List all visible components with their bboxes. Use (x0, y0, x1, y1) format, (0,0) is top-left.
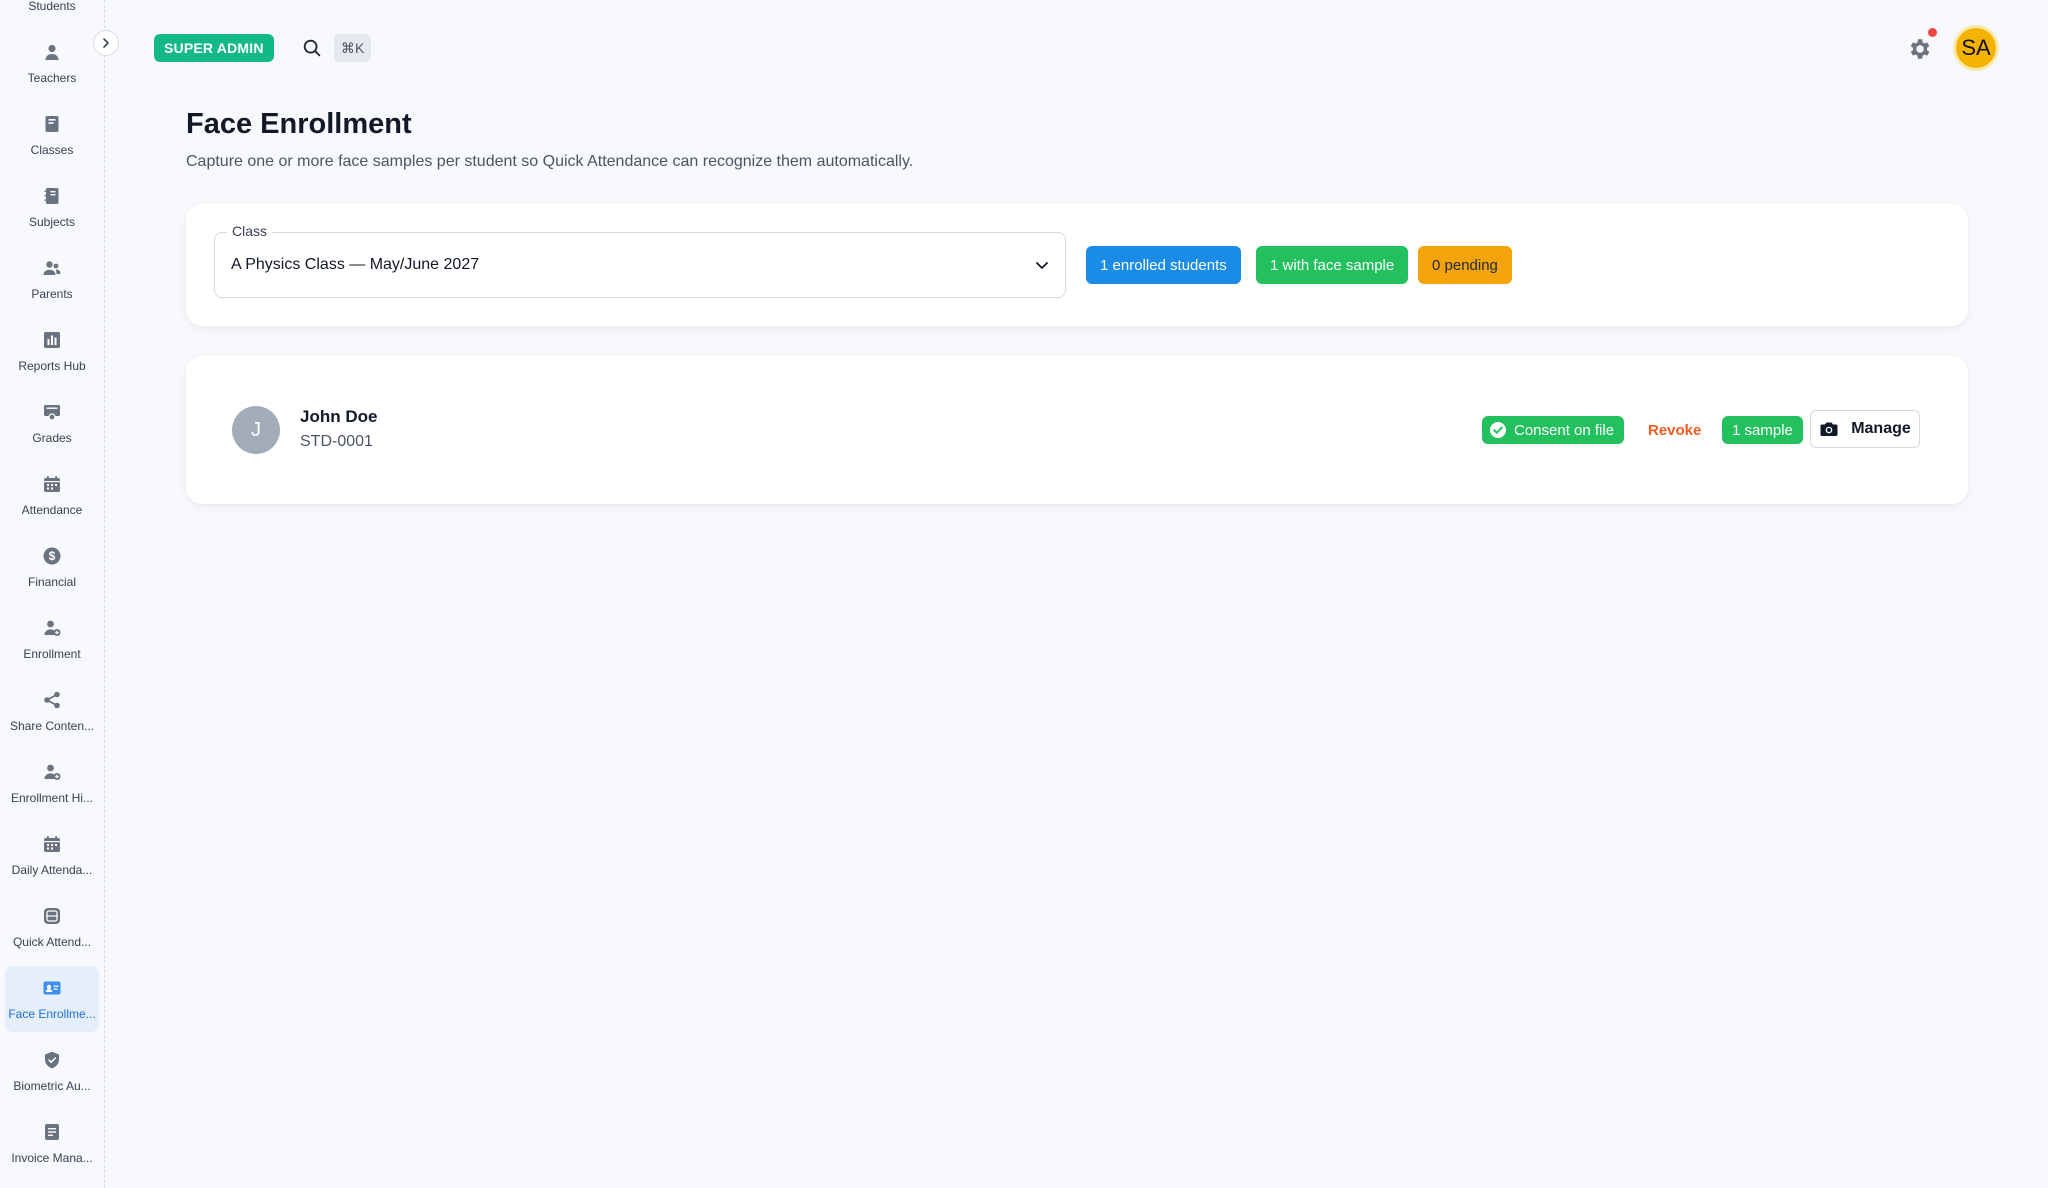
sidebar-item-label: Subjects (28, 215, 76, 229)
gear-icon (1910, 39, 1930, 59)
sidebar-list: Students Teachers Classes Subjects Parents Re… (0, 0, 104, 1182)
search-shortcut-hint[interactable]: ⌘K (334, 34, 372, 62)
sidebar-item-biometric-au[interactable]: Biometric Au... (5, 1038, 99, 1104)
sidebar-item-label: Share Conten... (9, 719, 95, 733)
share-icon (41, 689, 63, 711)
users-icon (41, 257, 63, 279)
sidebar-item-label: Biometric Au... (13, 1079, 91, 1093)
sidebar-item-enrollment-hi[interactable]: Enrollment Hi... (5, 750, 99, 816)
book-icon (41, 113, 63, 135)
sidebar-item-students[interactable]: Students (5, 0, 99, 24)
sidebar-item-label: Quick Attend... (12, 935, 92, 949)
manage-button-label: Manage (1851, 420, 1911, 437)
consent-status-label: Consent on file (1514, 421, 1615, 439)
enrolled-count-badge: 1 enrolled students (1086, 246, 1241, 284)
sidebar-item-attendance[interactable]: Attendance (5, 462, 99, 528)
notebook-icon (41, 185, 63, 207)
sidebar-item-label: Face Enrollme... (8, 1007, 96, 1021)
sidebar-item-enrollment[interactable]: Enrollment (5, 606, 99, 672)
dollar-icon: $ (41, 545, 63, 567)
calendar-icon (41, 473, 63, 495)
user-add-icon (41, 617, 63, 639)
student-name: John Doe (300, 407, 378, 426)
student-row: J John Doe STD-0001 Consent on file Revo… (186, 356, 1968, 504)
sidebar-item-label: Invoice Mana... (11, 1151, 93, 1165)
check-circle-icon (1490, 422, 1506, 438)
invoice-icon (41, 1121, 63, 1143)
sidebar-item-daily-attenda[interactable]: Daily Attenda... (5, 822, 99, 888)
sidebar-item-classes[interactable]: Classes (5, 102, 99, 168)
sidebar-item-label: Enrollment Hi... (10, 791, 94, 805)
role-badge: SUPER ADMIN (154, 34, 274, 62)
scan-icon (41, 905, 63, 927)
sidebar-item-reports-hub[interactable]: Reports Hub (5, 318, 99, 384)
app-root: Students Teachers Classes Subjects Parents Re… (0, 0, 2048, 1188)
bar-chart-icon (41, 329, 63, 351)
class-select[interactable]: Class A Physics Class — May/June 2027 (214, 223, 1066, 298)
sidebar-item-invoice-mana[interactable]: Invoice Mana... (5, 1110, 99, 1176)
page-title: Face Enrollment (186, 108, 412, 140)
shield-icon (41, 1049, 63, 1071)
sidebar-item-label: Parents (31, 287, 73, 301)
sidebar-item-label: Students (28, 0, 76, 13)
consent-status-badge: Consent on file (1482, 416, 1625, 444)
sidebar-item-face-enrollme[interactable]: Face Enrollme... (5, 966, 99, 1032)
search-icon (303, 39, 321, 57)
chevron-right-icon (103, 38, 109, 48)
sidebar-item-subjects[interactable]: Subjects (5, 174, 99, 240)
camera-icon (1820, 422, 1838, 436)
sidebar: Students Teachers Classes Subjects Parents Re… (0, 0, 105, 1188)
sidebar-item-label: Teachers (27, 71, 77, 85)
svg-text:$: $ (49, 549, 56, 563)
sidebar-item-label: Enrollment (23, 647, 81, 661)
sidebar-item-quick-attend[interactable]: Quick Attend... (5, 894, 99, 960)
user-add-icon (41, 761, 63, 783)
sidebar-item-label: Classes (30, 143, 74, 157)
sidebar-item-label: Reports Hub (18, 359, 86, 373)
sidebar-item-label: Daily Attenda... (11, 863, 93, 877)
notification-dot (1928, 28, 1937, 37)
sidebar-item-label: Financial (27, 575, 77, 589)
manage-samples-button[interactable]: Manage (1810, 410, 1920, 448)
sidebar-item-label: Attendance (21, 503, 83, 517)
sidebar-item-share-conten[interactable]: Share Conten... (5, 678, 99, 744)
sidebar-item-label: Grades (32, 431, 72, 445)
user-avatar[interactable]: SA (1956, 28, 1996, 68)
chevron-down-icon (1036, 262, 1048, 269)
student-avatar: J (232, 406, 280, 454)
sidebar-item-financial[interactable]: $ Financial (5, 534, 99, 600)
class-select-value: A Physics Class — May/June 2027 (231, 256, 480, 273)
revoke-consent-button[interactable]: Revoke (1648, 422, 1701, 439)
page-subtitle: Capture one or more face samples per stu… (186, 153, 914, 170)
sidebar-item-teachers[interactable]: Teachers (5, 30, 99, 96)
sidebar-item-parents[interactable]: Parents (5, 246, 99, 312)
settings-button[interactable] (1904, 34, 1934, 64)
pending-count-badge: 0 pending (1418, 246, 1512, 284)
calendar-icon (41, 833, 63, 855)
sidebar-item-grades[interactable]: Grades (5, 390, 99, 456)
sidebar-expand-button[interactable] (93, 30, 119, 56)
student-id: STD-0001 (300, 433, 373, 450)
class-filter-card: Class A Physics Class — May/June 2027 1 … (186, 204, 1968, 326)
sample-count-badge: 1 sample (1722, 416, 1803, 444)
id-card-icon (41, 977, 63, 999)
face-sample-count-badge: 1 with face sample (1256, 246, 1409, 284)
user-icon (41, 41, 63, 63)
class-select-label: Class (227, 223, 273, 239)
grade-icon (41, 401, 63, 423)
search-button[interactable] (298, 34, 326, 62)
